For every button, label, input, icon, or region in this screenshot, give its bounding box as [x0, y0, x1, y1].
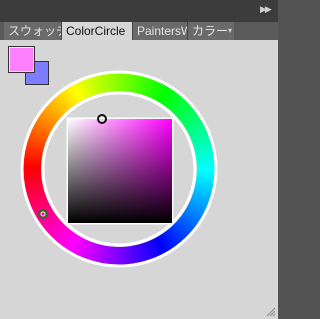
tab-label: PaintersW [137, 24, 188, 38]
tab-colorcircle[interactable]: ColorCircle [62, 22, 133, 41]
tab-paintersw[interactable]: PaintersW [133, 22, 188, 40]
panel-title-bar[interactable]: ▶▶ [0, 0, 278, 22]
tab-label: スウォッチ [8, 24, 61, 38]
color-circle-picker[interactable] [0, 40, 278, 319]
sv-value-gradient [68, 119, 172, 223]
panel-tab-bar: スウォッチ ColorCircle PaintersW カラー ▾ ▾≡ [0, 22, 278, 58]
saturation-value-square[interactable] [66, 117, 174, 225]
colorcircle-content [0, 40, 278, 319]
collapse-panel-icon[interactable]: ▶▶ [260, 4, 272, 14]
tab-color[interactable]: カラー ▾ [188, 22, 234, 40]
tab-label: カラー [192, 24, 229, 38]
resize-grip-icon[interactable] [266, 307, 276, 317]
tab-swatches[interactable]: スウォッチ [4, 22, 62, 40]
tab-overflow-chevron-icon[interactable]: ▾ [228, 22, 232, 40]
tab-label: ColorCircle [66, 24, 126, 38]
color-panel: ▶▶ スウォッチ ColorCircle PaintersW カラー ▾ ▾≡ [0, 0, 278, 319]
hue-ring-segment [23, 168, 42, 173]
